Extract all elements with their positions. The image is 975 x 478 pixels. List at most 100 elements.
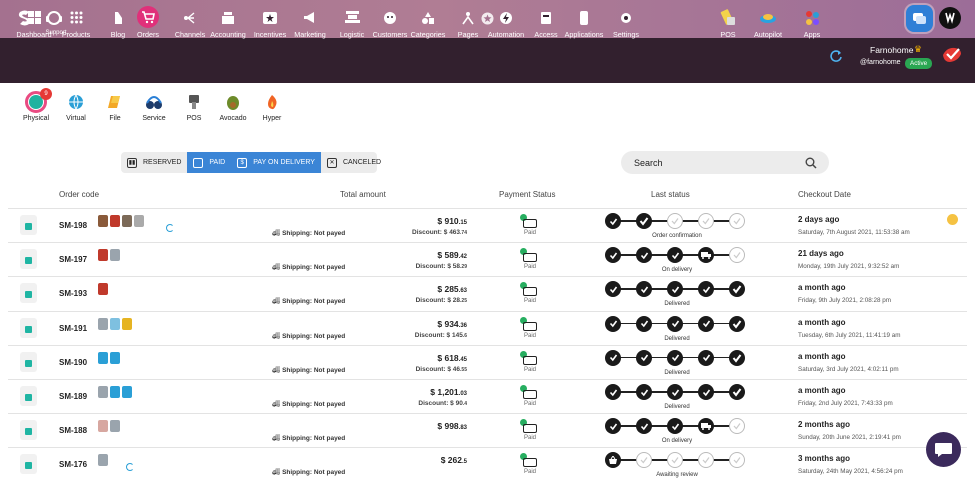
product-thumbnail[interactable] [110, 215, 120, 227]
header-checkout-date[interactable]: Checkout Date [798, 190, 851, 199]
timeline-step[interactable] [636, 315, 652, 332]
payment-status[interactable]: Paid [520, 350, 540, 377]
nav-item-accounting[interactable]: Accounting [206, 9, 250, 39]
timeline-step[interactable] [636, 384, 652, 400]
timeline-step[interactable] [698, 281, 714, 298]
product-thumbnail[interactable] [98, 351, 108, 364]
timeline-step[interactable] [636, 213, 652, 229]
product-thumbnail[interactable] [110, 249, 120, 262]
timeline-step[interactable] [667, 452, 683, 469]
timeline-step[interactable] [667, 281, 683, 298]
order-code[interactable]: SM-198 [59, 221, 87, 230]
nav-item-applications[interactable]: Applications [562, 9, 606, 39]
timeline-step[interactable] [698, 452, 714, 469]
filter-paid[interactable]: PAID [187, 152, 232, 173]
product-thumbnail[interactable] [98, 249, 108, 262]
order-code[interactable]: SM-190 [59, 358, 87, 367]
status-timeline[interactable] [605, 247, 749, 264]
user-avatar[interactable] [939, 7, 961, 29]
product-type-file[interactable]: File [95, 93, 135, 122]
timeline-step[interactable] [698, 418, 714, 435]
order-code[interactable]: SM-197 [59, 255, 87, 264]
header-last-status[interactable]: Last status [651, 190, 690, 199]
table-row[interactable]: SM-176 🚚︎ Shipping: Not payed $ 262.5 Paid A… [8, 447, 967, 478]
payment-status[interactable]: Paid [520, 248, 540, 274]
payment-status[interactable]: Paid [520, 453, 540, 478]
timeline-step[interactable] [729, 315, 745, 332]
status-timeline[interactable] [605, 213, 749, 229]
timeline-step[interactable] [729, 418, 745, 435]
timeline-step[interactable] [636, 349, 652, 366]
header-order-code[interactable]: Order code [59, 190, 99, 199]
product-thumbnail[interactable] [110, 317, 120, 330]
timeline-step[interactable] [667, 213, 683, 229]
search-icon[interactable] [805, 157, 817, 169]
user-name[interactable]: Farnohome [870, 45, 913, 55]
product-type-pos[interactable]: POS [174, 93, 214, 122]
timeline-step[interactable] [667, 418, 683, 435]
brand-mark-icon[interactable] [941, 45, 963, 65]
timeline-step[interactable] [605, 418, 621, 435]
product-thumbnail[interactable] [110, 351, 120, 364]
timeline-step[interactable] [636, 452, 652, 469]
timeline-step[interactable] [729, 349, 745, 366]
product-thumbnail[interactable] [98, 215, 108, 227]
timeline-step[interactable] [636, 281, 652, 298]
payment-status[interactable]: Paid [520, 419, 540, 445]
product-type-virtual[interactable]: Virtual [56, 93, 96, 122]
messages-button[interactable] [906, 5, 933, 32]
table-row[interactable]: SM-189 🚚︎ Shipping: Not payed $ 1,201.03 Di… [8, 379, 967, 413]
timeline-step[interactable] [667, 349, 683, 366]
product-thumbnail[interactable] [98, 317, 108, 330]
timeline-step[interactable] [636, 418, 652, 435]
timeline-step[interactable] [605, 349, 621, 366]
smiley-icon[interactable] [947, 214, 958, 225]
timeline-step[interactable] [729, 281, 745, 298]
timeline-step[interactable] [636, 247, 652, 264]
timeline-step[interactable] [605, 213, 621, 229]
timeline-step[interactable] [698, 384, 714, 400]
table-row[interactable]: SM-190 🚚︎ Shipping: Not payed $ 618.45 Disc… [8, 344, 967, 379]
product-thumbnail[interactable] [122, 386, 132, 398]
product-thumbnail[interactable] [110, 420, 120, 433]
header-total-amount[interactable]: Total amount [340, 190, 386, 199]
timeline-step[interactable] [698, 349, 714, 366]
nav-item-automation[interactable]: Automation [484, 9, 528, 39]
timeline-step[interactable] [605, 452, 621, 469]
table-row[interactable]: SM-198 🚚︎ Shipping: Not payed $ 910.15 Disc… [8, 208, 967, 242]
payment-status[interactable]: Paid [520, 385, 540, 411]
timeline-step[interactable] [605, 384, 621, 400]
nav-item-autopilot[interactable]: Autopilot [746, 9, 790, 39]
product-thumbnail[interactable] [98, 386, 108, 398]
table-row[interactable]: SM-188 🚚︎ Shipping: Not payed $ 998.83 Paid… [8, 413, 967, 447]
payment-status[interactable]: Paid [520, 282, 540, 308]
product-thumbnail[interactable] [122, 215, 132, 227]
product-thumbnail[interactable] [110, 386, 120, 398]
order-code[interactable]: SM-189 [59, 392, 87, 401]
product-thumbnail[interactable] [98, 454, 108, 467]
product-type-service[interactable]: Service [134, 93, 174, 122]
status-timeline[interactable] [605, 384, 749, 400]
timeline-step[interactable] [667, 315, 683, 332]
nav-item-apps[interactable]: Apps [790, 9, 834, 39]
nav-item-products[interactable]: Products [54, 9, 98, 39]
timeline-step[interactable] [698, 247, 714, 264]
search-input[interactable]: Search [621, 151, 829, 174]
status-timeline[interactable] [605, 281, 749, 298]
nav-item-incentives[interactable]: Incentives [248, 9, 292, 39]
refresh-icon[interactable] [830, 50, 842, 62]
timeline-step[interactable] [729, 452, 745, 469]
product-thumbnail[interactable] [98, 283, 108, 296]
timeline-step[interactable] [729, 247, 745, 264]
product-thumbnail[interactable] [98, 420, 108, 433]
timeline-step[interactable] [698, 213, 714, 229]
timeline-step[interactable] [729, 384, 745, 400]
timeline-step[interactable] [729, 213, 745, 229]
timeline-step[interactable] [605, 247, 621, 264]
filter-reserved[interactable]: ▮▮ RESERVED [121, 152, 187, 173]
order-code[interactable]: SM-176 [59, 460, 87, 469]
status-timeline[interactable] [605, 418, 749, 435]
nav-item-settings[interactable]: Settings [604, 9, 648, 39]
product-type-hyper[interactable]: Hyper [252, 93, 292, 122]
filter-canceled[interactable]: ✕ CANCELED [321, 152, 387, 173]
